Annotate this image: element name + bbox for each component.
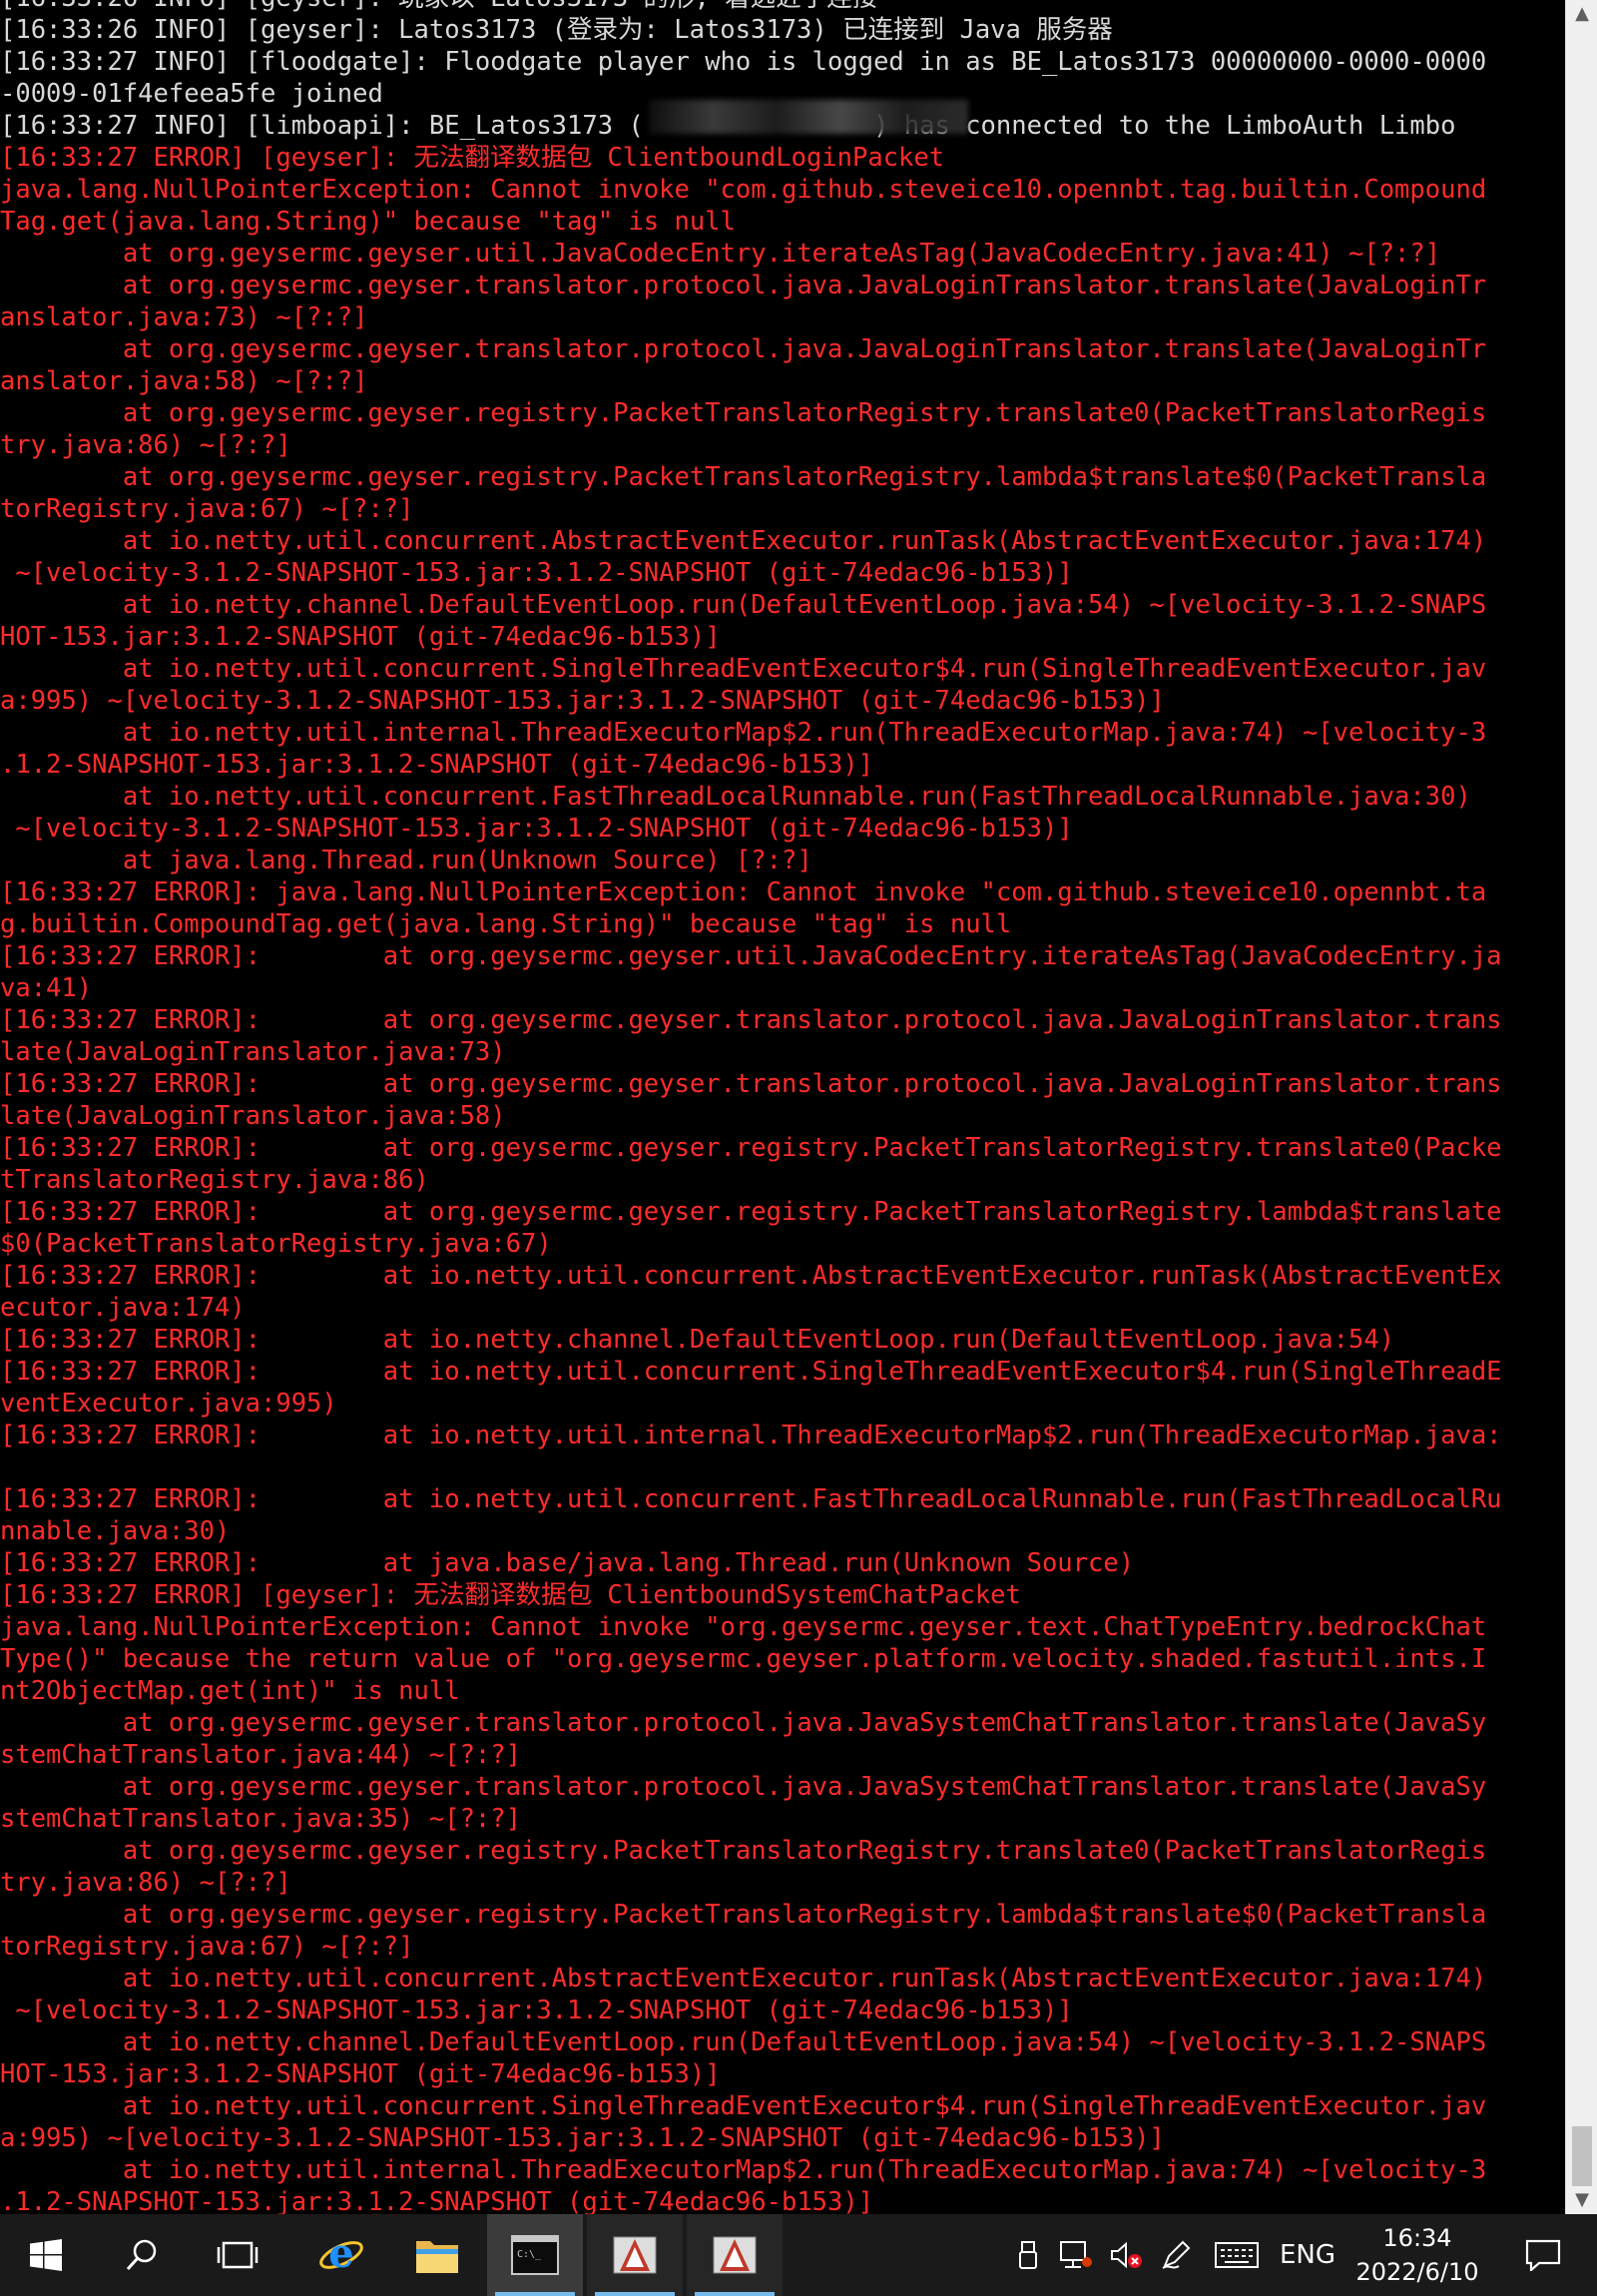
console-line: at io.netty.util.internal.ThreadExecutor…	[0, 718, 1487, 748]
console-line: at io.netty.channel.DefaultEventLoop.run…	[0, 2027, 1487, 2057]
console-line: at org.geysermc.geyser.translator.protoc…	[0, 334, 1487, 364]
console-line: [16:33:27 ERROR]: at org.geysermc.geyser…	[0, 941, 1502, 971]
console-line: [16:33:27 ERROR]: at org.geysermc.geyser…	[0, 1005, 1502, 1035]
app-window-icon[interactable]	[687, 2214, 783, 2296]
usb-drive-icon[interactable]	[1008, 2214, 1048, 2296]
console-line: a:995) ~[velocity-3.1.2-SNAPSHOT-153.jar…	[0, 2123, 1165, 2153]
console-output: [16:33:26 INFO] [geyser]: 玩家以 Latos3173 …	[0, 0, 1557, 2214]
console-line: at org.geysermc.geyser.registry.PacketTr…	[0, 398, 1487, 428]
console-line: .1.2-SNAPSHOT-153.jar:3.1.2-SNAPSHOT (gi…	[0, 750, 874, 780]
taskbar: e C:\_ ENG 16:34 2022/6/10	[0, 2214, 1597, 2296]
console-line: [16:33:27 ERROR]: at org.geysermc.geyser…	[0, 1133, 1502, 1163]
console-line: torRegistry.java:67) ~[?:?]	[0, 494, 414, 524]
scroll-up-arrow-icon[interactable]: ▲	[1566, 0, 1597, 28]
console-line: stemChatTranslator.java:44) ~[?:?]	[0, 1740, 521, 1770]
console-line: at io.netty.util.internal.ThreadExecutor…	[0, 2155, 1487, 2185]
console-line: try.java:86) ~[?:?]	[0, 430, 291, 460]
console-line: at org.geysermc.geyser.registry.PacketTr…	[0, 1836, 1487, 1866]
console-line: [16:33:27 ERROR]: at io.netty.channel.De…	[0, 1325, 1395, 1355]
pen-icon[interactable]	[1154, 2214, 1198, 2296]
scrollbar-thumb[interactable]	[1572, 2126, 1592, 2186]
console-line: nnable.java:30)	[0, 1516, 231, 1546]
scroll-down-arrow-icon[interactable]: ▼	[1566, 2186, 1597, 2214]
console-window[interactable]: [16:33:26 INFO] [geyser]: 玩家以 Latos3173 …	[0, 0, 1565, 2214]
windows-start-icon[interactable]	[0, 2214, 92, 2296]
console-line: tTranslatorRegistry.java:86)	[0, 1165, 429, 1195]
redacted-region	[649, 100, 968, 134]
console-line: va:41)	[0, 973, 93, 1003]
console-line: [16:33:26 INFO] [geyser]: 玩家以 Latos3173 …	[0, 0, 1557, 14]
clock-date: 2022/6/10	[1355, 2258, 1479, 2286]
svg-text:C:\_: C:\_	[517, 2249, 542, 2260]
console-line: [16:33:27 ERROR]: at org.geysermc.geyser…	[0, 1197, 1502, 1227]
vertical-scrollbar[interactable]: ▲ ▼	[1565, 0, 1597, 2214]
console-line: [16:33:27 ERROR]: at io.netty.util.concu…	[0, 1261, 1502, 1291]
console-line: at org.geysermc.geyser.util.JavaCodecEnt…	[0, 239, 1441, 269]
console-line: nt2ObjectMap.get(int)" is null	[0, 1676, 460, 1706]
console-line: ecutor.java:174)	[0, 1293, 246, 1323]
console-line: at org.geysermc.geyser.translator.protoc…	[0, 1772, 1487, 1802]
task-view-icon[interactable]	[192, 2214, 283, 2296]
console-line: at io.netty.util.concurrent.AbstractEven…	[0, 526, 1487, 556]
svg-text:e: e	[328, 2231, 353, 2277]
clock-time: 16:34	[1382, 2224, 1452, 2252]
console-line: [16:33:27 ERROR]: at io.netty.util.inter…	[0, 1421, 1502, 1450]
console-line: $0(PacketTranslatorRegistry.java:67)	[0, 1229, 552, 1259]
console-line: at org.geysermc.geyser.translator.protoc…	[0, 271, 1487, 300]
search-icon[interactable]	[96, 2214, 188, 2296]
console-line: at io.netty.util.concurrent.AbstractEven…	[0, 1964, 1487, 1994]
console-line: at io.netty.util.concurrent.FastThreadLo…	[0, 782, 1471, 812]
console-line: at java.lang.Thread.run(Unknown Source) …	[0, 846, 812, 875]
console-line: late(JavaLoginTranslator.java:73)	[0, 1037, 506, 1067]
console-line: [16:33:27 ERROR] [geyser]: 无法翻译数据包 Clien…	[0, 143, 945, 173]
console-line: late(JavaLoginTranslator.java:58)	[0, 1101, 506, 1131]
console-line: Tag.get(java.lang.String)" because "tag"…	[0, 207, 736, 237]
console-line: Type()" because the return value of "org…	[0, 1644, 1487, 1674]
console-line: [16:33:27 ERROR]: at org.geysermc.geyser…	[0, 1069, 1502, 1099]
console-line: java.lang.NullPointerException: Cannot i…	[0, 175, 1487, 205]
console-line: a:995) ~[velocity-3.1.2-SNAPSHOT-153.jar…	[0, 686, 1165, 716]
console-line: HOT-153.jar:3.1.2-SNAPSHOT (git-74edac96…	[0, 2059, 721, 2089]
language-indicator[interactable]: ENG	[1274, 2214, 1341, 2296]
console-line: anslator.java:58) ~[?:?]	[0, 366, 368, 396]
console-line: [16:33:26 INFO] [geyser]: Latos3173 (登录为…	[0, 15, 1113, 45]
console-line: at org.geysermc.geyser.translator.protoc…	[0, 1708, 1487, 1738]
console-line: ~[velocity-3.1.2-SNAPSHOT-153.jar:3.1.2-…	[0, 814, 1073, 844]
volume-muted-icon[interactable]	[1104, 2214, 1148, 2296]
console-line: .1.2-SNAPSHOT-153.jar:3.1.2-SNAPSHOT (gi…	[0, 2187, 874, 2214]
console-line: ~[velocity-3.1.2-SNAPSHOT-153.jar:3.1.2-…	[0, 558, 1073, 588]
console-line: java.lang.NullPointerException: Cannot i…	[0, 1612, 1487, 1642]
console-line: at org.geysermc.geyser.registry.PacketTr…	[0, 462, 1487, 492]
console-line: g.builtin.CompoundTag.get(java.lang.Stri…	[0, 909, 1012, 939]
console-line: torRegistry.java:67) ~[?:?]	[0, 1932, 414, 1962]
console-line: at io.netty.channel.DefaultEventLoop.run…	[0, 590, 1487, 620]
console-line: at io.netty.util.concurrent.SingleThread…	[0, 654, 1487, 684]
app-window-icon[interactable]	[587, 2214, 683, 2296]
console-line: ~[velocity-3.1.2-SNAPSHOT-153.jar:3.1.2-…	[0, 1996, 1073, 2025]
console-line: [16:33:27 ERROR]: java.lang.NullPointerE…	[0, 877, 1487, 907]
console-line: [16:33:27 ERROR] [geyser]: 无法翻译数据包 Clien…	[0, 1580, 1021, 1610]
file-explorer-icon[interactable]	[391, 2214, 483, 2296]
notification-icon[interactable]	[1503, 2214, 1583, 2296]
console-line: stemChatTranslator.java:35) ~[?:?]	[0, 1804, 521, 1834]
console-line: HOT-153.jar:3.1.2-SNAPSHOT (git-74edac96…	[0, 622, 721, 652]
console-line: anslator.java:73) ~[?:?]	[0, 302, 368, 332]
console-line: try.java:86) ~[?:?]	[0, 1868, 291, 1898]
network-icon[interactable]	[1054, 2214, 1098, 2296]
console-line: at org.geysermc.geyser.registry.PacketTr…	[0, 1900, 1487, 1930]
console-line: ventExecutor.java:995)	[0, 1389, 337, 1419]
keyboard-icon[interactable]	[1212, 2214, 1262, 2296]
console-line: at io.netty.util.concurrent.SingleThread…	[0, 2091, 1487, 2121]
internet-explorer-icon[interactable]: e	[295, 2214, 387, 2296]
console-line: [16:33:27 INFO] [floodgate]: Floodgate p…	[0, 47, 1487, 77]
console-line: [16:33:27 ERROR]: at java.base/java.lang…	[0, 1548, 1135, 1578]
clock[interactable]: 16:34 2022/6/10	[1337, 2214, 1497, 2296]
console-line: [16:33:27 ERROR]: at io.netty.util.concu…	[0, 1484, 1502, 1514]
console-line: [16:33:27 ERROR]: at io.netty.util.concu…	[0, 1357, 1502, 1387]
command-prompt-icon[interactable]: C:\_	[487, 2214, 583, 2296]
